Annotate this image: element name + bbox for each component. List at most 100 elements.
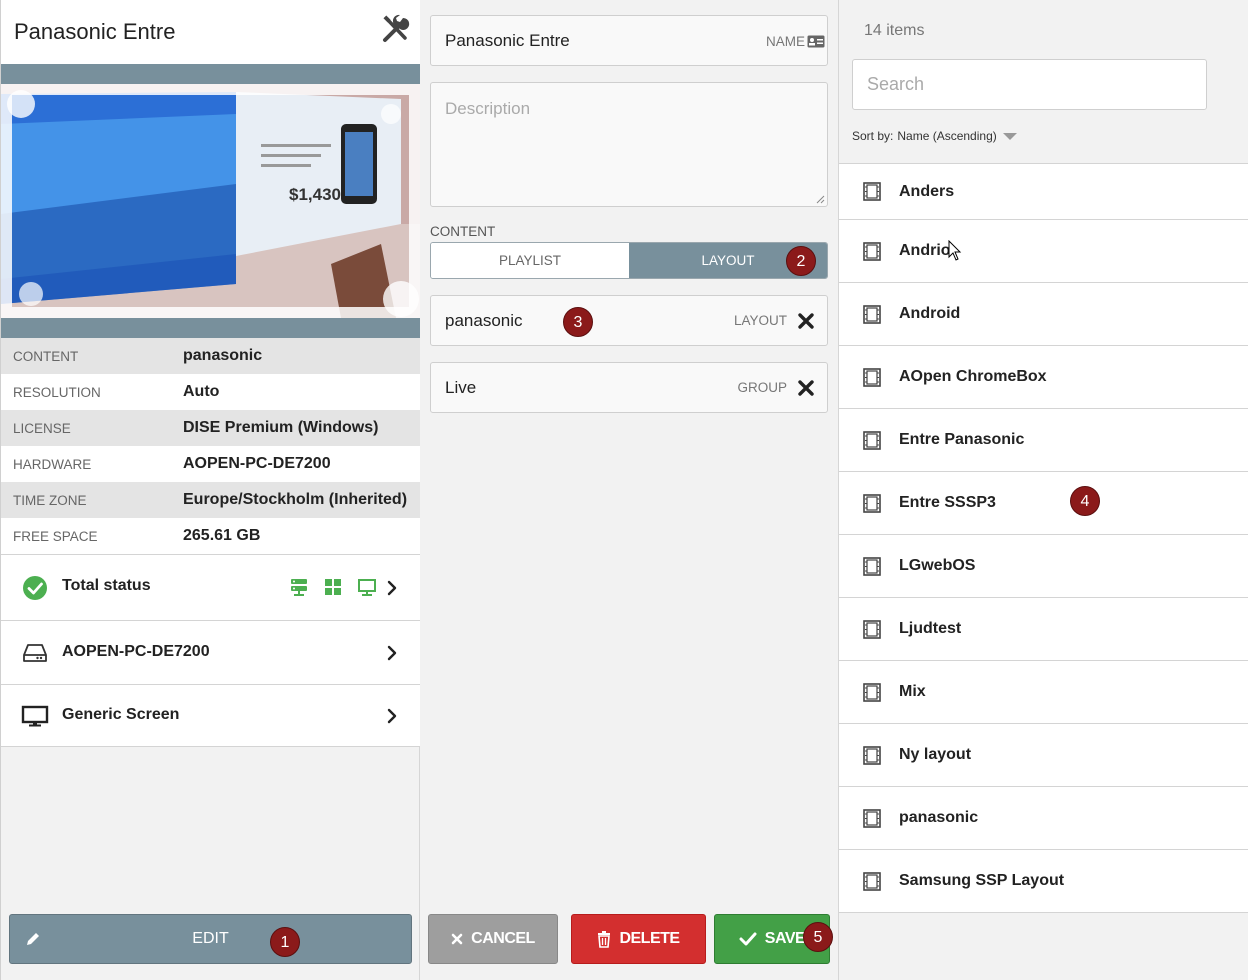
items-count: 14 items: [864, 22, 925, 39]
info-key: LICENSE: [13, 420, 71, 436]
info-value: DISE Premium (Windows): [183, 419, 379, 436]
cancel-button[interactable]: CANCEL: [428, 914, 558, 964]
list-item[interactable]: Samsung SSP Layout: [839, 850, 1248, 913]
layout-status-icon: [325, 579, 341, 595]
sort-label: Sort by:: [852, 129, 894, 143]
name-tag: NAME: [765, 34, 805, 49]
list-item[interactable]: LGwebOS: [839, 535, 1248, 598]
info-row-time-zone: TIME ZONE Europe/Stockholm (Inherited): [1, 482, 420, 518]
screen-row[interactable]: Generic Screen: [1, 684, 420, 747]
total-status-row[interactable]: Total status: [1, 554, 420, 620]
info-row-resolution: RESOLUTION Auto: [1, 374, 420, 410]
info-key: HARDWARE: [13, 456, 92, 472]
info-value: Europe/Stockholm (Inherited): [183, 491, 408, 508]
info-row-license: LICENSE DISE Premium (Windows): [1, 410, 420, 446]
id-card-icon: [807, 35, 825, 48]
checkmark-icon: [739, 932, 757, 946]
edit-button-label: EDIT: [192, 930, 229, 947]
film-frame-icon: [863, 808, 881, 828]
layout-selection-value: panasonic: [445, 311, 523, 330]
chevron-right-icon: [387, 645, 397, 660]
film-frame-icon: [863, 556, 881, 576]
sort-value: Name (Ascending): [897, 129, 997, 143]
step-badge-2: 2: [786, 246, 816, 276]
tab-playlist[interactable]: PLAYLIST: [431, 243, 629, 278]
list-item-label: Ny layout: [899, 746, 972, 763]
player-details-panel: Panasonic Entre $1,430 CONTENT panasonic…: [0, 0, 420, 980]
list-item[interactable]: Andrio: [839, 220, 1248, 283]
search-input[interactable]: [852, 59, 1207, 110]
list-item-label: Mix: [899, 683, 926, 700]
list-item[interactable]: Ljudtest: [839, 598, 1248, 661]
film-frame-icon: [863, 871, 881, 891]
edit-form-panel: Panasonic Entre NAME Description CONTENT…: [420, 0, 838, 980]
list-item[interactable]: Mix: [839, 661, 1248, 724]
film-frame-icon: [863, 367, 881, 387]
status-icons: [289, 577, 377, 597]
preview-price: $1,430: [289, 185, 341, 204]
app-window: Panasonic Entre $1,430 CONTENT panasonic…: [0, 0, 1248, 980]
list-item[interactable]: Entre SSSP3: [839, 472, 1248, 535]
film-frame-icon: [863, 304, 881, 324]
resize-handle-icon[interactable]: [816, 195, 825, 204]
player-preview-image: $1,430: [1, 84, 420, 318]
player-info-table: CONTENT panasonic RESOLUTION Auto LICENS…: [1, 338, 420, 554]
list-item[interactable]: AOpen ChromeBox: [839, 346, 1248, 409]
list-item[interactable]: Ny layout: [839, 724, 1248, 787]
list-item[interactable]: Anders: [839, 164, 1248, 220]
hardware-row[interactable]: AOPEN-PC-DE7200: [1, 620, 420, 684]
layout-tag: LAYOUT: [733, 313, 787, 328]
tools-icon[interactable]: [381, 14, 411, 44]
list-item[interactable]: panasonic: [839, 787, 1248, 850]
delete-button[interactable]: DELETE: [571, 914, 706, 964]
step-badge-5: 5: [803, 922, 833, 952]
film-frame-icon: [863, 430, 881, 450]
description-placeholder: Description: [445, 99, 531, 118]
monitor-icon: [21, 705, 49, 727]
sort-dropdown[interactable]: Sort by: Name (Ascending): [852, 129, 1017, 143]
film-frame-icon: [863, 619, 881, 639]
delete-button-label: DELETE: [619, 930, 680, 947]
caret-down-icon: [1002, 132, 1017, 140]
layout-selection-field[interactable]: panasonic LAYOUT: [430, 295, 828, 346]
info-value: 265.61 GB: [183, 527, 261, 544]
step-badge-4: 4: [1070, 486, 1100, 516]
list-item[interactable]: Android: [839, 283, 1248, 346]
list-item-label: Ljudtest: [899, 620, 962, 637]
info-row-content: CONTENT panasonic: [1, 338, 420, 374]
film-frame-icon: [863, 493, 881, 513]
remove-layout-icon[interactable]: [797, 312, 815, 330]
list-item-label: Samsung SSP Layout: [899, 872, 1065, 889]
check-circle-icon: [23, 576, 47, 600]
step-badge-1: 1: [270, 927, 300, 957]
list-item-label: panasonic: [899, 809, 979, 826]
list-item-label: LGwebOS: [899, 557, 976, 574]
content-label: CONTENT: [430, 224, 496, 239]
info-key: FREE SPACE: [13, 528, 98, 544]
info-row-hardware: HARDWARE AOPEN-PC-DE7200: [1, 446, 420, 482]
film-frame-icon: [863, 182, 881, 201]
chevron-right-icon: [387, 580, 397, 595]
edit-button[interactable]: EDIT 1: [9, 914, 412, 964]
group-tag: GROUP: [737, 380, 787, 395]
network-status-icon: [291, 579, 307, 596]
name-field[interactable]: Panasonic Entre NAME: [430, 15, 828, 66]
info-value: AOPEN-PC-DE7200: [183, 455, 331, 472]
description-field[interactable]: Description: [430, 82, 828, 207]
save-button-label: SAVE: [764, 930, 806, 947]
list-item[interactable]: Entre Panasonic: [839, 409, 1248, 472]
hardware-label: AOPEN-PC-DE7200: [62, 643, 210, 660]
list-item-label: Android: [899, 305, 961, 322]
group-field[interactable]: Live GROUP: [430, 362, 828, 413]
preview-frame: $1,430: [1, 64, 420, 338]
hard-drive-icon: [23, 644, 47, 662]
list-item-label: Entre Panasonic: [899, 431, 1025, 448]
remove-group-icon[interactable]: [797, 379, 815, 397]
info-key: TIME ZONE: [13, 492, 87, 508]
list-item-label: Andrio: [899, 242, 951, 259]
mouse-cursor-icon: [948, 240, 962, 261]
close-icon: [451, 933, 463, 945]
info-key: CONTENT: [13, 348, 79, 364]
layout-list: Anders Andrio Android AOpen ChromeBox Entre …: [839, 163, 1248, 913]
info-row-free-space: FREE SPACE 265.61 GB: [1, 518, 420, 554]
